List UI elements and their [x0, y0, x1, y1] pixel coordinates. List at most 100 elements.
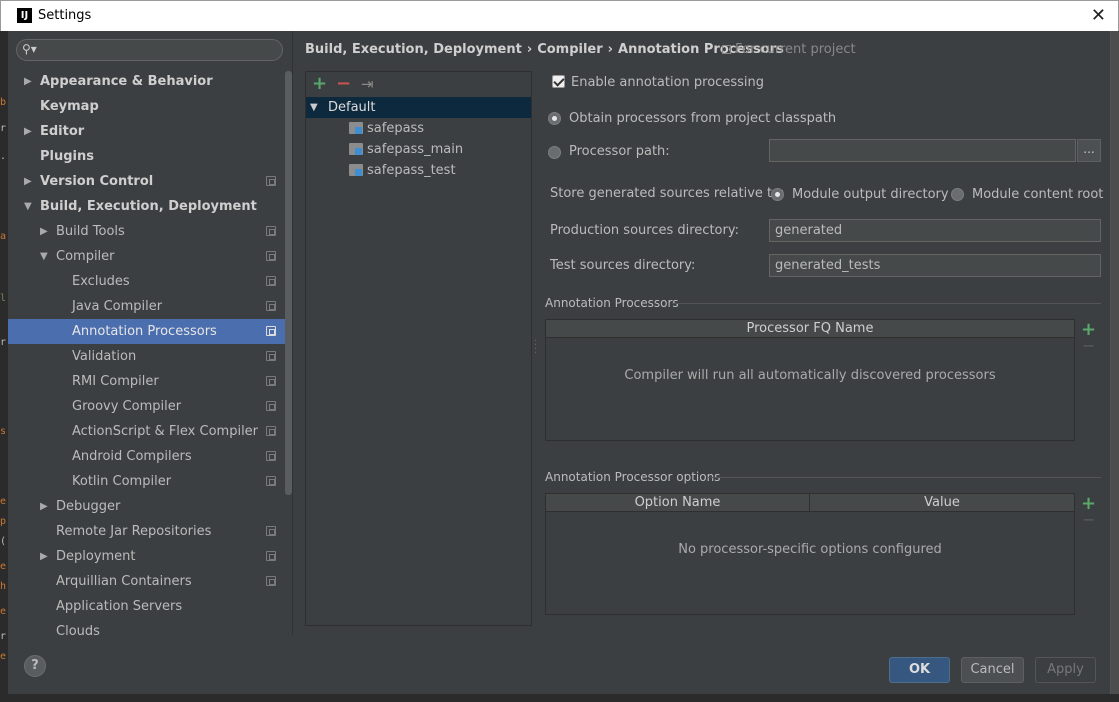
project-scope-icon: [266, 351, 276, 361]
scope-label: For current project: [722, 42, 856, 57]
table-header: Option Name Value: [546, 494, 1074, 512]
sidebar-item[interactable]: ▶ Build Tools: [8, 219, 292, 244]
collapsed-arrow-icon[interactable]: ▶: [24, 169, 32, 194]
search-input[interactable]: [41, 42, 276, 58]
browse-button[interactable]: ...: [1077, 139, 1101, 162]
project-scope-icon: [266, 401, 276, 411]
sidebar-item-label: Debugger: [56, 499, 121, 514]
sidebar-item[interactable]: Excludes: [8, 269, 292, 294]
apply-button[interactable]: Apply: [1035, 657, 1096, 683]
test-sources-input[interactable]: [769, 254, 1101, 277]
window-right-edge: [1111, 31, 1119, 702]
search-icon[interactable]: ⚲▾: [22, 42, 37, 56]
profile-item[interactable]: safepass_main: [306, 139, 531, 160]
sidebar-item[interactable]: Java Compiler: [8, 294, 292, 319]
editor-fragment: b: [0, 97, 7, 108]
editor-fragment: e: [0, 651, 7, 662]
sidebar-item[interactable]: Groovy Compiler: [8, 394, 292, 419]
help-button[interactable]: ?: [24, 655, 46, 677]
settings-search: ⚲▾: [16, 39, 283, 61]
sidebar-item-label: Arquillian Containers: [56, 574, 192, 589]
add-profile-icon[interactable]: +: [312, 73, 327, 95]
collapsed-arrow-icon[interactable]: ▶: [40, 219, 48, 244]
store-generated-label: Store generated sources relative to:: [550, 186, 785, 201]
sidebar-item-label: Excludes: [72, 274, 130, 289]
collapsed-arrow-icon[interactable]: ▶: [24, 119, 32, 144]
module-output-radio[interactable]: [771, 188, 784, 201]
sidebar-item-label: Deployment: [56, 549, 136, 564]
sidebar-item-label: Kotlin Compiler: [72, 474, 172, 489]
collapsed-arrow-icon[interactable]: ▶: [40, 494, 48, 519]
sidebar-item[interactable]: Remote Jar Repositories: [8, 519, 292, 544]
sidebar-item[interactable]: Plugins: [8, 144, 292, 169]
expanded-arrow-icon[interactable]: ▼: [40, 244, 48, 269]
sidebar-item[interactable]: ▼ Build, Execution, Deployment: [8, 194, 292, 219]
sidebar-item[interactable]: ActionScript & Flex Compiler: [8, 419, 292, 444]
option-name-column[interactable]: Option Name: [546, 494, 810, 512]
value-column[interactable]: Value: [810, 494, 1074, 512]
sidebar-item[interactable]: RMI Compiler: [8, 369, 292, 394]
editor-fragment: .: [0, 151, 7, 162]
cancel-button[interactable]: Cancel: [961, 657, 1024, 683]
splitter-handle[interactable]: · · · ·: [534, 337, 537, 359]
profile-item[interactable]: ▼ Default: [306, 97, 531, 118]
collapsed-arrow-icon[interactable]: ▶: [40, 544, 48, 569]
sidebar-scrollbar[interactable]: [285, 71, 292, 495]
expanded-arrow-icon[interactable]: ▼: [24, 194, 32, 219]
options-table[interactable]: Option Name Value No processor-specific …: [545, 493, 1075, 615]
project-scope-icon: [266, 526, 276, 536]
sidebar-item[interactable]: Kotlin Compiler: [8, 469, 292, 494]
remove-processor-icon[interactable]: −: [1082, 337, 1095, 355]
obtain-from-classpath-radio[interactable]: [548, 112, 561, 125]
editor-fragment: s: [0, 426, 7, 437]
sidebar-item[interactable]: Arquillian Containers: [8, 569, 292, 594]
sidebar-item-label: RMI Compiler: [72, 374, 159, 389]
sidebar-item[interactable]: Android Compilers: [8, 444, 292, 469]
sidebar-item[interactable]: ▶ Editor: [8, 119, 292, 144]
sidebar-item-label: Application Servers: [56, 599, 183, 614]
sidebar-item[interactable]: Clouds: [8, 619, 292, 635]
remove-option-icon[interactable]: −: [1082, 511, 1095, 529]
editor-fragment: e: [0, 606, 7, 617]
expanded-arrow-icon[interactable]: ▼: [310, 97, 318, 118]
profile-item[interactable]: safepass: [306, 118, 531, 139]
sidebar-item[interactable]: ▼ Compiler: [8, 244, 292, 269]
sidebar-item-label: Plugins: [40, 149, 94, 164]
group-divider: [708, 477, 1101, 478]
test-sources-label: Test sources directory:: [550, 258, 696, 273]
project-scope-icon: [266, 576, 276, 586]
project-scope-icon: [266, 376, 276, 386]
sidebar-item-label: Keymap: [40, 99, 99, 114]
processor-path-input[interactable]: [769, 139, 1076, 162]
sidebar-item[interactable]: ▶ Debugger: [8, 494, 292, 519]
module-folder-icon: [349, 164, 363, 176]
sidebar-item[interactable]: ▶ Appearance & Behavior: [8, 69, 292, 94]
close-icon[interactable]: ✕: [1091, 5, 1106, 26]
move-to-profile-icon[interactable]: ⇥: [361, 73, 374, 95]
sidebar-item[interactable]: Keymap: [8, 94, 292, 119]
sidebar-item[interactable]: Validation: [8, 344, 292, 369]
processors-table[interactable]: Processor FQ Name Compiler will run all …: [545, 319, 1075, 441]
remove-profile-icon[interactable]: −: [336, 73, 351, 95]
project-scope-icon: [266, 551, 276, 561]
project-scope-icon: [266, 301, 276, 311]
enable-annotation-label: Enable annotation processing: [571, 75, 764, 90]
profiles-tree: ▼ Default safepass safepass_main safepass_te…: [306, 97, 531, 181]
profile-item[interactable]: safepass_test: [306, 160, 531, 181]
enable-annotation-checkbox[interactable]: [552, 75, 565, 88]
project-scope-icon: [266, 326, 276, 336]
processor-fq-name-column[interactable]: Processor FQ Name: [546, 320, 1074, 338]
sidebar-item[interactable]: Application Servers: [8, 594, 292, 619]
profile-item-label: safepass_main: [367, 142, 464, 157]
sidebar-item[interactable]: Annotation Processors: [8, 319, 292, 344]
sidebar-item[interactable]: ▶ Version Control: [8, 169, 292, 194]
breadcrumb-separator: ›: [526, 42, 533, 57]
module-content-radio[interactable]: [951, 188, 964, 201]
editor-fragment: l: [0, 293, 7, 304]
production-sources-input[interactable]: [769, 219, 1101, 242]
collapsed-arrow-icon[interactable]: ▶: [24, 69, 32, 94]
processor-path-radio[interactable]: [548, 146, 561, 159]
ok-button[interactable]: OK: [889, 657, 950, 683]
processors-empty-text: Compiler will run all automatically disc…: [624, 368, 996, 383]
sidebar-item[interactable]: ▶ Deployment: [8, 544, 292, 569]
